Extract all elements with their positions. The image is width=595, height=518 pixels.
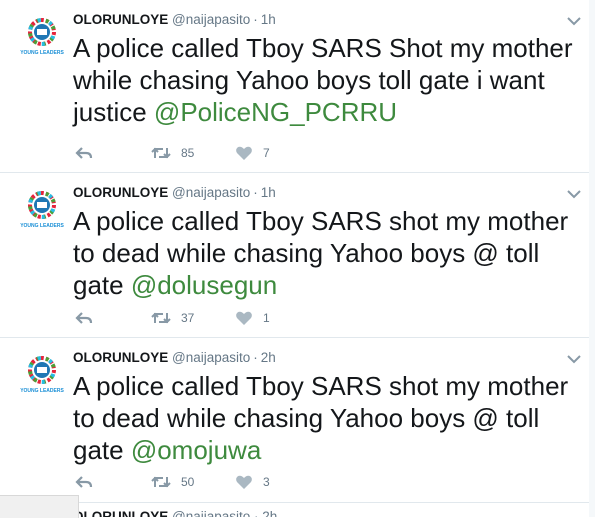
reply-button[interactable] bbox=[75, 309, 93, 327]
mention-link[interactable]: @dolusegun bbox=[131, 270, 277, 300]
retweet-button[interactable]: 85 bbox=[151, 144, 194, 162]
reply-button[interactable] bbox=[75, 144, 93, 162]
avatar[interactable]: YOUNG LEADERS bbox=[18, 350, 66, 398]
like-icon bbox=[236, 475, 252, 489]
retweet-button[interactable]: 50 bbox=[151, 473, 194, 491]
author-name[interactable]: OLORUNLOYE bbox=[73, 350, 168, 365]
separator-dot: · bbox=[253, 350, 258, 365]
like-button[interactable]: 3 bbox=[235, 473, 270, 491]
tweet-header: OLORUNLOYE @naijapasito · 1h bbox=[73, 11, 276, 29]
tweet-actions: 85 7 bbox=[75, 144, 375, 162]
retweet-count: 50 bbox=[181, 475, 195, 489]
chevron-down-icon[interactable] bbox=[563, 186, 585, 202]
tweet-time[interactable]: 1h bbox=[261, 185, 276, 200]
retweet-count: 85 bbox=[181, 146, 195, 160]
separator-dot: · bbox=[253, 12, 258, 27]
sdg-logo-icon: YOUNG LEADERS bbox=[20, 191, 64, 229]
reply-button[interactable] bbox=[75, 473, 93, 491]
avatar-caption: YOUNG LEADERS bbox=[20, 388, 64, 394]
tweet-header: OLORUNLOYE @naijapasito · 2h bbox=[73, 349, 276, 367]
separator-dot: · bbox=[250, 509, 263, 517]
like-icon bbox=[236, 311, 252, 325]
author-handle[interactable]: @naijapasito bbox=[172, 12, 250, 27]
tweet-header: OLORUNLOYE @naijapasito · 1h bbox=[73, 184, 276, 202]
chevron-down-icon[interactable] bbox=[563, 13, 585, 29]
mention-link[interactable]: @omojuwa bbox=[131, 435, 261, 465]
like-button[interactable]: 7 bbox=[235, 144, 270, 162]
tweet-time[interactable]: 2h bbox=[261, 350, 276, 365]
retweet-icon bbox=[151, 147, 171, 159]
like-count: 3 bbox=[263, 475, 270, 489]
author-handle[interactable]: @naijapasito bbox=[172, 185, 250, 200]
tweet-actions: 37 1 bbox=[75, 309, 375, 327]
retweet-count: 37 bbox=[181, 311, 195, 325]
avatar-caption: YOUNG LEADERS bbox=[20, 50, 64, 56]
reply-icon bbox=[75, 147, 93, 159]
tweet-time[interactable]: 1h bbox=[261, 12, 276, 27]
like-button[interactable]: 1 bbox=[235, 309, 270, 327]
like-count: 7 bbox=[263, 146, 270, 160]
retweet-icon bbox=[151, 476, 171, 488]
tweet-timeline: YOUNG LEADERS OLORUNLOYE @naijapasito · 1h… bbox=[0, 0, 589, 517]
tweet-text: A police called Tboy SARS Shot my mother… bbox=[73, 32, 578, 128]
tweet-actions: 50 3 bbox=[75, 473, 375, 491]
avatar[interactable]: YOUNG LEADERS bbox=[18, 12, 66, 60]
tweet-text: A police called Tboy SARS shot my mother… bbox=[73, 205, 578, 301]
tweet[interactable]: OLORUNLOYE @naijapasito · 2h bbox=[0, 503, 589, 517]
scrollbar[interactable] bbox=[589, 0, 595, 517]
tweet-text: A police called Tboy SARS shot my mother… bbox=[73, 370, 578, 466]
chevron-down-icon[interactable] bbox=[563, 351, 585, 367]
author-name[interactable]: OLORUNLOYE bbox=[73, 12, 168, 27]
reply-icon bbox=[75, 312, 93, 324]
mention-link[interactable]: @PoliceNG_PCRRU bbox=[154, 97, 397, 127]
retweet-icon bbox=[151, 312, 171, 324]
avatar-caption: YOUNG LEADERS bbox=[20, 223, 64, 229]
like-icon bbox=[236, 146, 252, 160]
author-name[interactable]: OLORUNLOYE bbox=[73, 509, 168, 517]
separator-dot: · bbox=[253, 185, 258, 200]
author-handle[interactable]: @naijapasito bbox=[172, 509, 250, 517]
avatar[interactable]: YOUNG LEADERS bbox=[18, 185, 66, 233]
author-name[interactable]: OLORUNLOYE bbox=[73, 185, 168, 200]
reply-icon bbox=[75, 476, 93, 488]
like-count: 1 bbox=[263, 311, 270, 325]
sdg-logo-icon: YOUNG LEADERS bbox=[20, 18, 64, 56]
author-handle[interactable]: @naijapasito bbox=[172, 350, 250, 365]
tweet-header: OLORUNLOYE @naijapasito · 2h bbox=[73, 509, 277, 517]
tweet[interactable]: YOUNG LEADERS OLORUNLOYE @naijapasito · 1h… bbox=[0, 0, 589, 173]
tweet-time[interactable]: 2h bbox=[262, 509, 277, 517]
sdg-logo-icon: YOUNG LEADERS bbox=[20, 356, 64, 394]
retweet-button[interactable]: 37 bbox=[151, 309, 194, 327]
status-corner bbox=[0, 495, 79, 518]
